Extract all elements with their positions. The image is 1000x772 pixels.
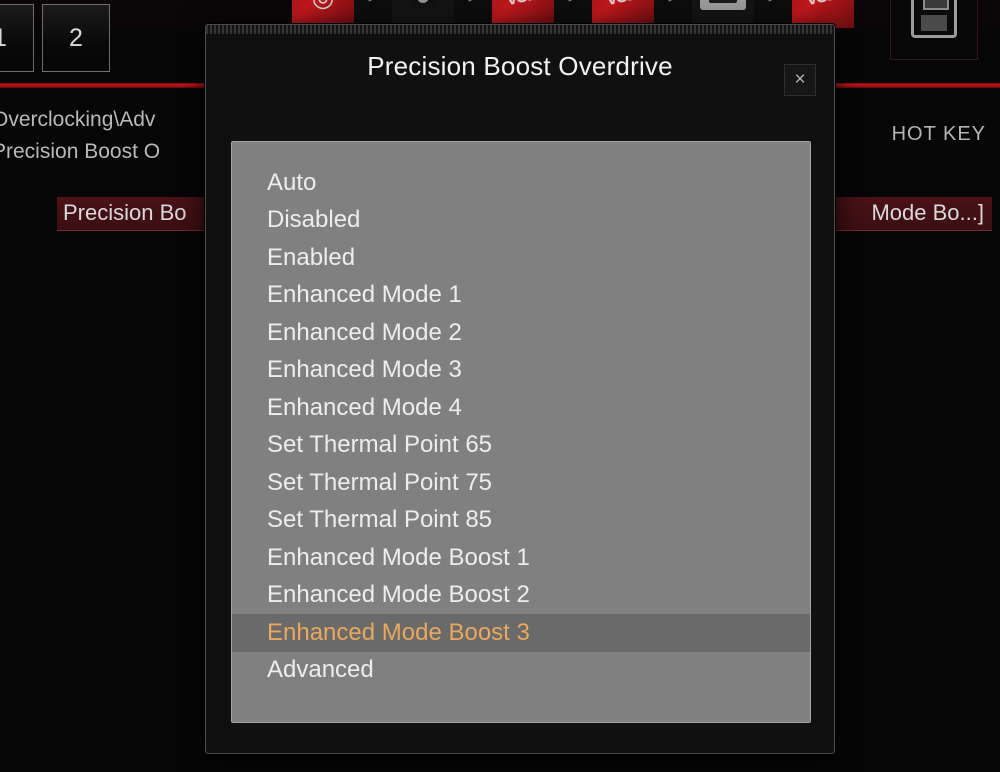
page-tab-2[interactable]: 2: [42, 4, 110, 72]
option-row[interactable]: Enhanced Mode 3: [232, 352, 810, 390]
monitor-save-icon: [911, 0, 957, 38]
save-profile-button[interactable]: [890, 0, 978, 60]
dialog-title: Precision Boost Overdrive: [367, 51, 673, 81]
option-row[interactable]: Set Thermal Point 75: [232, 464, 810, 502]
option-row[interactable]: Enhanced Mode Boost 3: [232, 614, 810, 652]
option-row[interactable]: Disabled: [232, 202, 810, 240]
option-row[interactable]: Enabled: [232, 239, 810, 277]
close-icon[interactable]: ×: [784, 64, 816, 96]
option-row[interactable]: Set Thermal Point 85: [232, 502, 810, 540]
option-row[interactable]: Enhanced Mode 4: [232, 389, 810, 427]
option-list[interactable]: Auto Disabled Enabled Enhanced Mode 1 Enhanc…: [231, 141, 811, 723]
breadcrumb-path-line2: Precision Boost O: [0, 140, 161, 163]
bios-screen: ◎ > > vCB > vCB > > vCB 1 2 Overclocking…: [0, 0, 1000, 772]
breadcrumb-path-line1: Overclocking\Adv: [0, 108, 156, 131]
dialog-texture-strip: [206, 25, 834, 34]
option-row[interactable]: Enhanced Mode Boost 2: [232, 577, 810, 615]
page-tabs: 1 2: [0, 4, 110, 72]
option-row[interactable]: Advanced: [232, 652, 810, 690]
breadcrumb-path: Overclocking\Adv Precision Boost O: [0, 104, 160, 168]
option-row[interactable]: Auto: [232, 164, 810, 202]
page-tab-1[interactable]: 1: [0, 4, 34, 72]
hot-key-label: HOT KEY: [891, 123, 986, 145]
option-row[interactable]: Enhanced Mode 1: [232, 277, 810, 315]
precision-boost-overdrive-dialog: Precision Boost Overdrive × Auto Disabled…: [205, 24, 835, 754]
option-row[interactable]: Enhanced Mode 2: [232, 314, 810, 352]
selected-setting-label: Precision Bo: [63, 200, 187, 225]
selected-setting-value: Mode Bo...]: [871, 200, 984, 225]
option-row[interactable]: Set Thermal Point 65: [232, 427, 810, 465]
option-row[interactable]: Enhanced Mode Boost 1: [232, 539, 810, 577]
